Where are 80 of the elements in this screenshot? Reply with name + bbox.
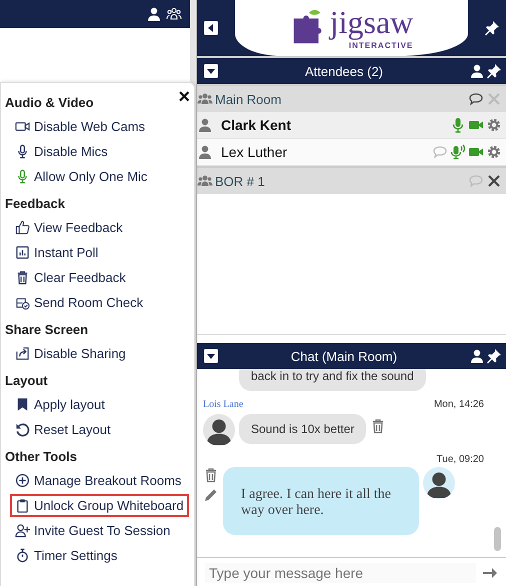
pencil-icon (203, 487, 219, 503)
logo-tagline: INTERACTIVE (348, 40, 414, 50)
share-icon (15, 346, 30, 361)
trash-icon (15, 270, 30, 285)
close-icon (486, 173, 502, 189)
pin-icon (484, 20, 500, 36)
mic-icon (15, 144, 30, 159)
pin-icon (486, 63, 502, 79)
chat-icon (432, 144, 448, 160)
menu-item[interactable]: Disable Web Cams (10, 115, 150, 138)
room-name: BOR # 1 (215, 174, 266, 188)
room-name: Main Room (215, 92, 282, 106)
attendee-name: Lex Luther (220, 144, 288, 160)
clipboard-icon (15, 498, 30, 513)
thumb-icon (15, 220, 30, 235)
gear-icon (486, 117, 502, 133)
micfill-icon (450, 117, 466, 133)
panel-title: Attendees (2) (304, 64, 384, 78)
timer-icon (15, 548, 30, 563)
people-icon (197, 173, 213, 189)
menu-item[interactable]: Manage Breakout Rooms (10, 469, 186, 492)
section-heading: Share Screen (5, 321, 88, 339)
message-bubble: back in to try and fix the sound (239, 369, 426, 391)
message-bubble: Sound is 10x better (239, 414, 366, 444)
pin-icon (486, 348, 502, 364)
caret-left-icon (203, 20, 219, 36)
menu-item[interactable]: Disable Mics (10, 140, 113, 163)
menu-item[interactable]: Reset Layout (10, 418, 116, 441)
attendee-row[interactable]: Clark Kent (197, 112, 506, 139)
person-icon (469, 348, 485, 364)
attendee-name: Clark Kent (220, 117, 292, 133)
menu-item[interactable]: Clear Feedback (10, 266, 131, 289)
camera-icon (15, 119, 30, 134)
send-icon (482, 565, 498, 581)
chat-icon (468, 91, 484, 107)
trash-icon (203, 467, 219, 483)
bookmark-icon (15, 397, 30, 412)
reset-icon (15, 422, 30, 437)
section-heading: Layout (5, 372, 48, 390)
chat-icon (468, 173, 484, 189)
message-time: Tue, 09:20 (436, 454, 484, 465)
message-input[interactable]: Type your message here (205, 563, 476, 583)
check-icon (15, 295, 30, 310)
logo-wordmark: jigsaw (330, 2, 414, 40)
room-row[interactable]: BOR # 1 (197, 166, 506, 194)
mic-icon (15, 169, 30, 184)
panel-title: Chat (Main Room) (290, 348, 398, 364)
scrollbar[interactable] (494, 527, 501, 551)
plus-icon (15, 473, 30, 488)
menu-item[interactable]: Allow Only One Mic (10, 165, 152, 188)
menu-item[interactable]: Disable Sharing (10, 342, 131, 365)
sender-name: Lois Lane (203, 399, 244, 410)
poll-icon (15, 245, 30, 260)
speaking-icon (450, 144, 466, 160)
message-time: Mon, 14:26 (434, 399, 484, 410)
menu-item[interactable]: Send Room Check (10, 291, 148, 314)
person-icon (197, 117, 213, 133)
person-icon (146, 6, 162, 22)
section-heading: Feedback (5, 195, 65, 213)
menu-item[interactable]: Invite Guest To Session (10, 519, 176, 542)
person-icon (469, 63, 485, 79)
caret-down-icon (203, 348, 219, 364)
people-icon (197, 91, 213, 107)
gear-icon (486, 144, 502, 160)
section-heading: Audio & Video (5, 94, 94, 112)
room-row[interactable]: Main Room (197, 84, 506, 112)
close-button[interactable]: × (178, 87, 190, 107)
menu-item[interactable]: View Feedback (10, 216, 128, 239)
group-icon (166, 6, 182, 22)
menu-item[interactable]: Instant Poll (10, 241, 104, 264)
menu-item[interactable]: Unlock Group Whiteboard (10, 494, 189, 517)
caret-down-icon (203, 63, 219, 79)
message-bubble: I agree. I can here it all the way over here. (223, 467, 419, 535)
attendee-row[interactable]: Lex Luther (197, 139, 506, 166)
menu-item[interactable]: Timer Settings (10, 544, 122, 567)
section-heading: Other Tools (5, 448, 77, 466)
close-icon (486, 91, 502, 107)
adduser-icon (15, 523, 30, 538)
person-icon (197, 144, 213, 160)
menu-item[interactable]: Apply layout (10, 393, 110, 416)
